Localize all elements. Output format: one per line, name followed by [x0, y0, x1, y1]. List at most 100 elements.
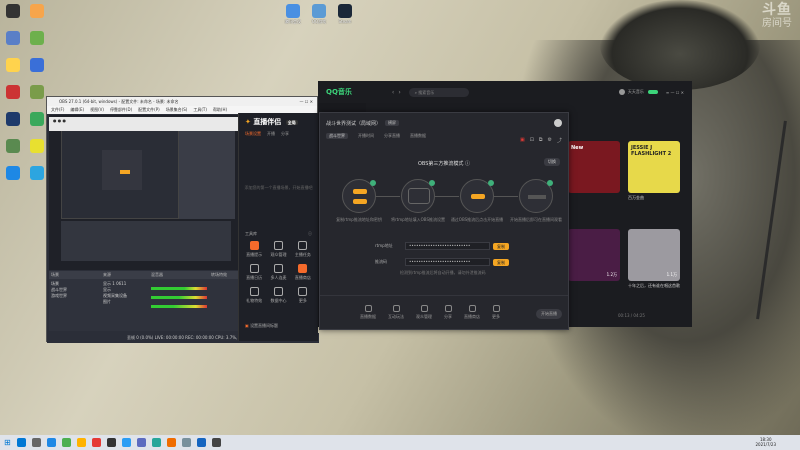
share-icon[interactable]: ⤴: [557, 137, 562, 144]
copy-key-button[interactable]: 复制: [493, 258, 509, 266]
user-name[interactable]: 天天音乐: [628, 89, 644, 95]
nav-back-icon[interactable]: ‹: [392, 89, 394, 96]
footer-tool[interactable]: 互动玩法: [388, 305, 404, 320]
taskbar-app-icon[interactable]: [76, 438, 86, 447]
taskbar-app-icon[interactable]: [211, 438, 221, 447]
footer-row[interactable]: ▣ 设置直播间标题: [245, 323, 278, 329]
tool-item[interactable]: 直播商店: [292, 264, 314, 281]
start-icon[interactable]: ⊞: [4, 438, 11, 447]
menu-item[interactable]: 帮助(H): [213, 107, 227, 112]
settings-icon[interactable]: ⚙: [548, 137, 552, 144]
album-card[interactable]: 1.2万: [568, 229, 620, 283]
desktop-icon[interactable]: Steam: [334, 4, 356, 25]
obs-preview[interactable]: [49, 115, 239, 270]
panel-tabs: 场景设置 开播 分享: [239, 127, 318, 141]
menu-item[interactable]: 文件(F): [51, 107, 64, 112]
desktop-icon[interactable]: [26, 85, 48, 99]
stream-key-field[interactable]: ••••••••••••••••••••••••••: [405, 258, 490, 266]
gift-icon[interactable]: ▣: [520, 137, 525, 144]
taskbar-app-icon[interactable]: [121, 438, 131, 447]
lock-icon[interactable]: ⊡: [530, 137, 534, 144]
tool-item[interactable]: 数据中心: [267, 287, 289, 304]
desktop-icon[interactable]: [2, 31, 24, 45]
album-card[interactable]: New: [568, 141, 620, 195]
scene-item[interactable]: 游戏世界: [51, 293, 99, 299]
taskbar-app-icon[interactable]: [151, 438, 161, 447]
avatar[interactable]: [554, 119, 562, 127]
taskbar-app-icon[interactable]: [196, 438, 206, 447]
panel-tab[interactable]: 开播: [267, 131, 275, 136]
audio-mixer[interactable]: [149, 279, 209, 329]
desktop-icon[interactable]: [2, 58, 24, 72]
tool-item[interactable]: 更多: [292, 287, 314, 304]
stream-key-label: 推流码: [375, 259, 387, 264]
tool-item[interactable]: 观众管理: [267, 241, 289, 258]
qq-topbar: QQ音乐 ‹ › ⌕ 搜索音乐 天天音乐 ≡ — ☐ ✕: [318, 81, 692, 103]
desktop-icon[interactable]: [2, 4, 24, 18]
desktop-icon[interactable]: [26, 58, 48, 72]
menu-item[interactable]: 编辑(E): [70, 107, 84, 112]
desktop-icon[interactable]: [26, 139, 48, 153]
desktop-icon[interactable]: [26, 166, 48, 180]
desktop-icon[interactable]: [26, 112, 48, 126]
album-card[interactable]: JESSIE J FLASHLIGHT 2 百万金曲: [628, 141, 680, 201]
taskbar-app-icon[interactable]: [61, 438, 71, 447]
taskbar-app-icon[interactable]: [106, 438, 116, 447]
taskbar-app-icon[interactable]: [136, 438, 146, 447]
obs-titlebar[interactable]: OBS 27.0.1 (64-bit, windows) - 配置文件: 未命名…: [47, 97, 317, 106]
tool-item[interactable]: 多人连麦: [267, 264, 289, 281]
tool-item[interactable]: 主播任务: [292, 241, 314, 258]
panel-tab[interactable]: 场景设置: [245, 131, 261, 136]
menu-item[interactable]: 视图(V): [90, 107, 104, 112]
desktop-icon[interactable]: 腾讯会议: [282, 4, 304, 25]
taskbar-app-icon[interactable]: [16, 438, 26, 447]
footer-tool[interactable]: 观众管理: [416, 305, 432, 320]
album-card[interactable]: 1.1万 十年之后，还有谁在唱这首歌: [628, 229, 680, 289]
search-input[interactable]: ⌕ 搜索音乐: [408, 87, 469, 97]
taskbar-app-icon[interactable]: [46, 438, 56, 447]
footer-tool[interactable]: 更多: [492, 305, 500, 320]
window-controls[interactable]: — ☐ ✕: [300, 97, 313, 106]
step-copy-button[interactable]: [353, 199, 367, 204]
avatar[interactable]: [618, 89, 625, 95]
desktop-icon[interactable]: [2, 139, 24, 153]
taskbar-app-icon[interactable]: [31, 438, 41, 447]
panel-tab[interactable]: 分享: [281, 131, 289, 136]
desktop-icon[interactable]: [2, 166, 24, 180]
desktop-icon[interactable]: [2, 85, 24, 99]
nav-forward-icon[interactable]: ›: [398, 89, 400, 96]
footer-tool[interactable]: 直播数据: [360, 305, 376, 320]
desktop-icon[interactable]: [2, 112, 24, 126]
dialog-title[interactable]: 战斗世界测试（局域网）: [326, 120, 381, 127]
copy-icon[interactable]: ⧉: [539, 137, 543, 144]
copy-rtmp-button[interactable]: 复制: [493, 242, 509, 250]
taskbar-app-icon[interactable]: [166, 438, 176, 447]
logo-badge[interactable]: 全局: [285, 120, 298, 125]
tool-item[interactable]: 直播日历: [243, 264, 265, 281]
tool-item[interactable]: 礼物特效: [243, 287, 265, 304]
switch-mode-button[interactable]: 切换: [544, 158, 560, 166]
scene-list[interactable]: 场景 战斗世界 游戏世界: [49, 279, 101, 329]
menu-item[interactable]: 停靠部件(D): [110, 107, 132, 112]
system-clock[interactable]: 18:30 2021/7/23: [755, 437, 776, 447]
category-tag[interactable]: 战斗世界: [326, 133, 348, 139]
step-copy-button[interactable]: [353, 189, 367, 194]
go-live-button[interactable]: 开始直播: [536, 309, 562, 319]
footer-tool[interactable]: 分享: [444, 305, 452, 320]
source-list[interactable]: 显示 1 0611 显示 视频采集设备 图片: [101, 279, 149, 329]
desktop-icon[interactable]: [26, 4, 48, 18]
footer-tool[interactable]: 直播商店: [464, 305, 480, 320]
menu-item[interactable]: 配置文件(P): [138, 107, 160, 112]
source-item[interactable]: 图片: [103, 299, 147, 305]
window-controls[interactable]: ≡ — ☐ ✕: [666, 90, 684, 95]
desktop-icon[interactable]: QQ游戏: [308, 4, 330, 25]
taskbar-app-icon[interactable]: [91, 438, 101, 447]
desktop-icon[interactable]: [26, 31, 48, 45]
help-icon[interactable]: ⓘ: [465, 161, 470, 167]
info-icon[interactable]: ⓘ: [308, 231, 312, 237]
taskbar-app-icon[interactable]: [181, 438, 191, 447]
tool-item[interactable]: 直播提示: [243, 241, 265, 258]
rtmp-field[interactable]: ••••••••••••••••••••••••••: [405, 242, 490, 250]
menu-item[interactable]: 工具(T): [193, 107, 207, 112]
menu-item[interactable]: 场景集合(S): [166, 107, 188, 112]
